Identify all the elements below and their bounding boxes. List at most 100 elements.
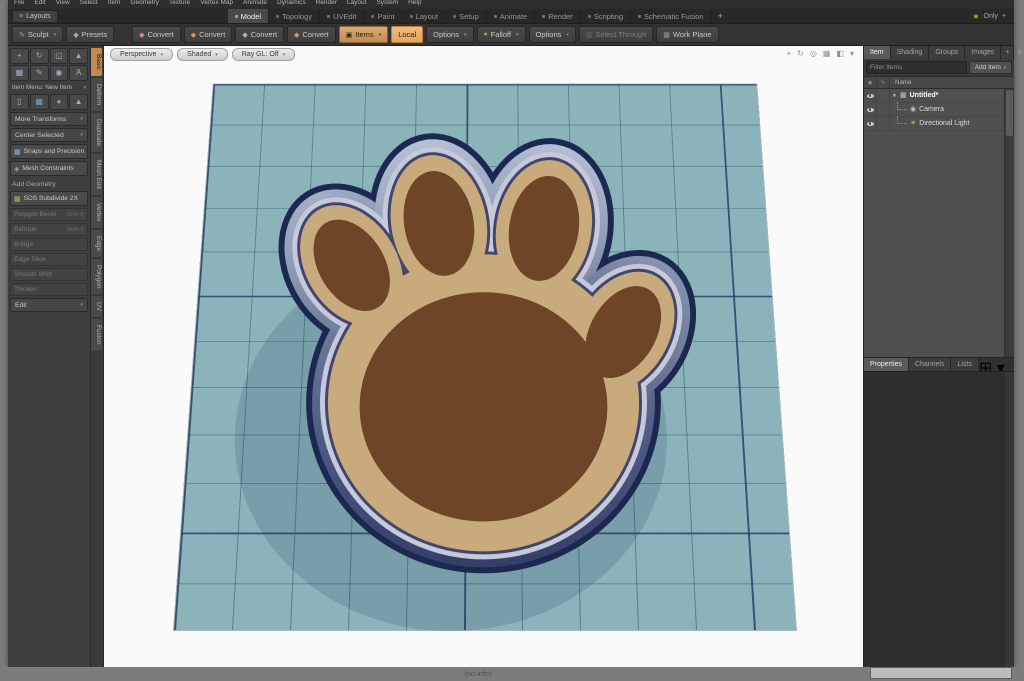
star-icon[interactable]: ★: [972, 12, 979, 21]
tree-row-camera[interactable]: ◉ Camera: [864, 103, 1014, 117]
item-menu-dropdown[interactable]: Item Menu: New Item ▾: [10, 83, 88, 92]
tab-topology[interactable]: Topology: [269, 9, 320, 23]
visibility-cell[interactable]: [864, 89, 877, 102]
tab-channels[interactable]: Channels: [909, 358, 952, 371]
sculpt-button[interactable]: ✎ Sculpt ▾: [12, 26, 63, 43]
orbit-icon[interactable]: ↻: [797, 49, 804, 58]
sds-subdivide-button[interactable]: ▦ SDS Subdivide 2X: [10, 191, 88, 206]
item-label[interactable]: Camera: [919, 106, 944, 113]
tab-groups[interactable]: Groups: [929, 46, 965, 59]
vtab-fusion[interactable]: Fusion: [91, 319, 102, 351]
tab-scripting[interactable]: Scripting: [581, 9, 631, 23]
expander-icon[interactable]: ▼: [890, 93, 899, 99]
tab-animate[interactable]: Animate: [487, 9, 536, 23]
menu-help[interactable]: Help: [408, 0, 421, 8]
menu-dynamics[interactable]: Dynamics: [277, 0, 306, 8]
tab-schematic-fusion[interactable]: Schematic Fusion: [631, 9, 712, 23]
pen-tool-icon[interactable]: ✎: [30, 65, 49, 81]
convert-button-2[interactable]: ◆ Convert: [184, 26, 233, 43]
shading-mode-dropdown[interactable]: Shaded ▾: [177, 48, 228, 61]
tab-item[interactable]: Item: [864, 46, 891, 59]
menu-view[interactable]: View: [56, 0, 70, 8]
thicken-button[interactable]: Thicken: [10, 283, 88, 296]
tab-layout[interactable]: Layout: [403, 9, 447, 23]
3d-viewport[interactable]: Perspective ▾ Shaded ▾ Ray GL: Off ▾ + ↻: [104, 46, 863, 667]
mesh-constraints-button[interactable]: ◈ Mesh Constraints: [10, 161, 88, 176]
tab-model[interactable]: Model: [228, 9, 269, 23]
item-label[interactable]: Untitled*: [910, 92, 939, 99]
menu-select[interactable]: Select: [80, 0, 98, 8]
grid-toggle-icon[interactable]: ▦: [823, 49, 831, 58]
scrollbar-thumb[interactable]: [1006, 90, 1013, 136]
convert-button-1[interactable]: ◆ Convert: [132, 26, 181, 43]
move-tool-icon[interactable]: +: [10, 48, 29, 64]
rotate-tool-icon[interactable]: ↻: [30, 48, 49, 64]
trash-icon[interactable]: ▯: [10, 94, 29, 110]
menu-layout[interactable]: Layout: [347, 0, 367, 8]
menu-geometry[interactable]: Geometry: [130, 0, 159, 8]
paw-cookie-cutter-model[interactable]: [104, 46, 863, 667]
item-tree-scrollbar[interactable]: [1004, 89, 1014, 357]
tree-row-directional-light[interactable]: ☀ Directional Light: [864, 117, 1014, 131]
eye-icon[interactable]: [867, 94, 874, 98]
menu-edit[interactable]: Edit: [34, 0, 45, 8]
snaps-precision-button[interactable]: ▦ Snaps and Precision: [10, 144, 88, 159]
edit-column-icon[interactable]: ✎: [877, 77, 890, 88]
view-type-dropdown[interactable]: Perspective ▾: [110, 48, 173, 61]
zoom-icon[interactable]: ◎: [810, 49, 817, 58]
vtab-deform[interactable]: Deform: [91, 78, 102, 111]
bridge-button[interactable]: Bridge: [10, 238, 88, 251]
visibility-cell[interactable]: [864, 117, 877, 130]
filter-items-input[interactable]: Filter Items: [866, 61, 967, 74]
add-item-button[interactable]: Add Item ▾: [969, 61, 1012, 74]
add-tab-button[interactable]: +: [712, 11, 729, 21]
item-label[interactable]: Directional Light: [919, 120, 969, 127]
tab-paint[interactable]: Paint: [364, 9, 402, 23]
primitive-tool-icon[interactable]: ◉: [50, 65, 69, 81]
select-through-button[interactable]: ▥ Select Through: [579, 26, 653, 43]
items-mode-button[interactable]: ▣ Items ▾: [339, 26, 388, 43]
add-panel-tab-button[interactable]: +: [1001, 46, 1014, 59]
tree-row-untitled[interactable]: ▼ ▦ Untitled*: [864, 89, 1014, 103]
menu-vertex-map[interactable]: Vertex Map: [200, 0, 233, 8]
convert-button-4[interactable]: ◆ Convert: [287, 26, 336, 43]
convert-button-3[interactable]: ◆ Convert: [235, 26, 284, 43]
work-plane-button[interactable]: ▦ Work Plane: [656, 26, 718, 43]
transform-tool-icon[interactable]: ▲: [69, 48, 88, 64]
falloff-button[interactable]: ● Falloff ▾: [477, 26, 526, 43]
tab-setup[interactable]: Setup: [446, 9, 487, 23]
properties-scrollbar[interactable]: [1004, 372, 1014, 667]
element-move-tool-icon[interactable]: ▦: [10, 65, 29, 81]
presets-button[interactable]: ◆ Presets: [66, 26, 114, 43]
workplane-icon[interactable]: ▦: [30, 94, 49, 110]
pan-icon[interactable]: +: [787, 49, 792, 58]
eye-icon[interactable]: [867, 108, 874, 112]
menu-texture[interactable]: Texture: [169, 0, 190, 8]
options-button-2[interactable]: Options ▾: [529, 26, 576, 43]
tab-render[interactable]: Render: [535, 9, 581, 23]
tab-shading[interactable]: Shading: [891, 46, 930, 59]
edit-cell[interactable]: [877, 89, 890, 102]
eye-icon[interactable]: [867, 122, 874, 126]
menu-file[interactable]: File: [14, 0, 24, 8]
menu-render[interactable]: Render: [316, 0, 337, 8]
status-command-input[interactable]: [870, 667, 1012, 679]
only-toggle[interactable]: Only: [984, 13, 998, 20]
vtab-edge[interactable]: Edge: [91, 230, 102, 257]
sphere-primitive-icon[interactable]: ●: [50, 94, 69, 110]
local-action-center-button[interactable]: Local: [391, 26, 423, 43]
center-selected-dropdown[interactable]: Center Selected ▾: [10, 128, 88, 142]
edit-cell[interactable]: [877, 117, 890, 130]
vtab-vertex[interactable]: Vertex: [91, 197, 102, 227]
text-tool-icon[interactable]: A: [69, 65, 88, 81]
vtab-mesh-edit[interactable]: Mesh Edit: [91, 154, 102, 195]
vtab-uv[interactable]: UV: [91, 296, 102, 317]
menu-system[interactable]: System: [376, 0, 398, 8]
visibility-column-icon[interactable]: ◉: [864, 77, 877, 88]
name-column-header[interactable]: Name: [890, 79, 912, 86]
edit-dropdown[interactable]: Edit ▾: [10, 298, 88, 312]
visibility-cell[interactable]: [864, 103, 877, 116]
menu-animate[interactable]: Animate: [243, 0, 267, 8]
raygl-dropdown[interactable]: Ray GL: Off ▾: [232, 48, 295, 61]
polygon-bevel-button[interactable]: Polygon Bevel Shift-B: [10, 208, 88, 221]
